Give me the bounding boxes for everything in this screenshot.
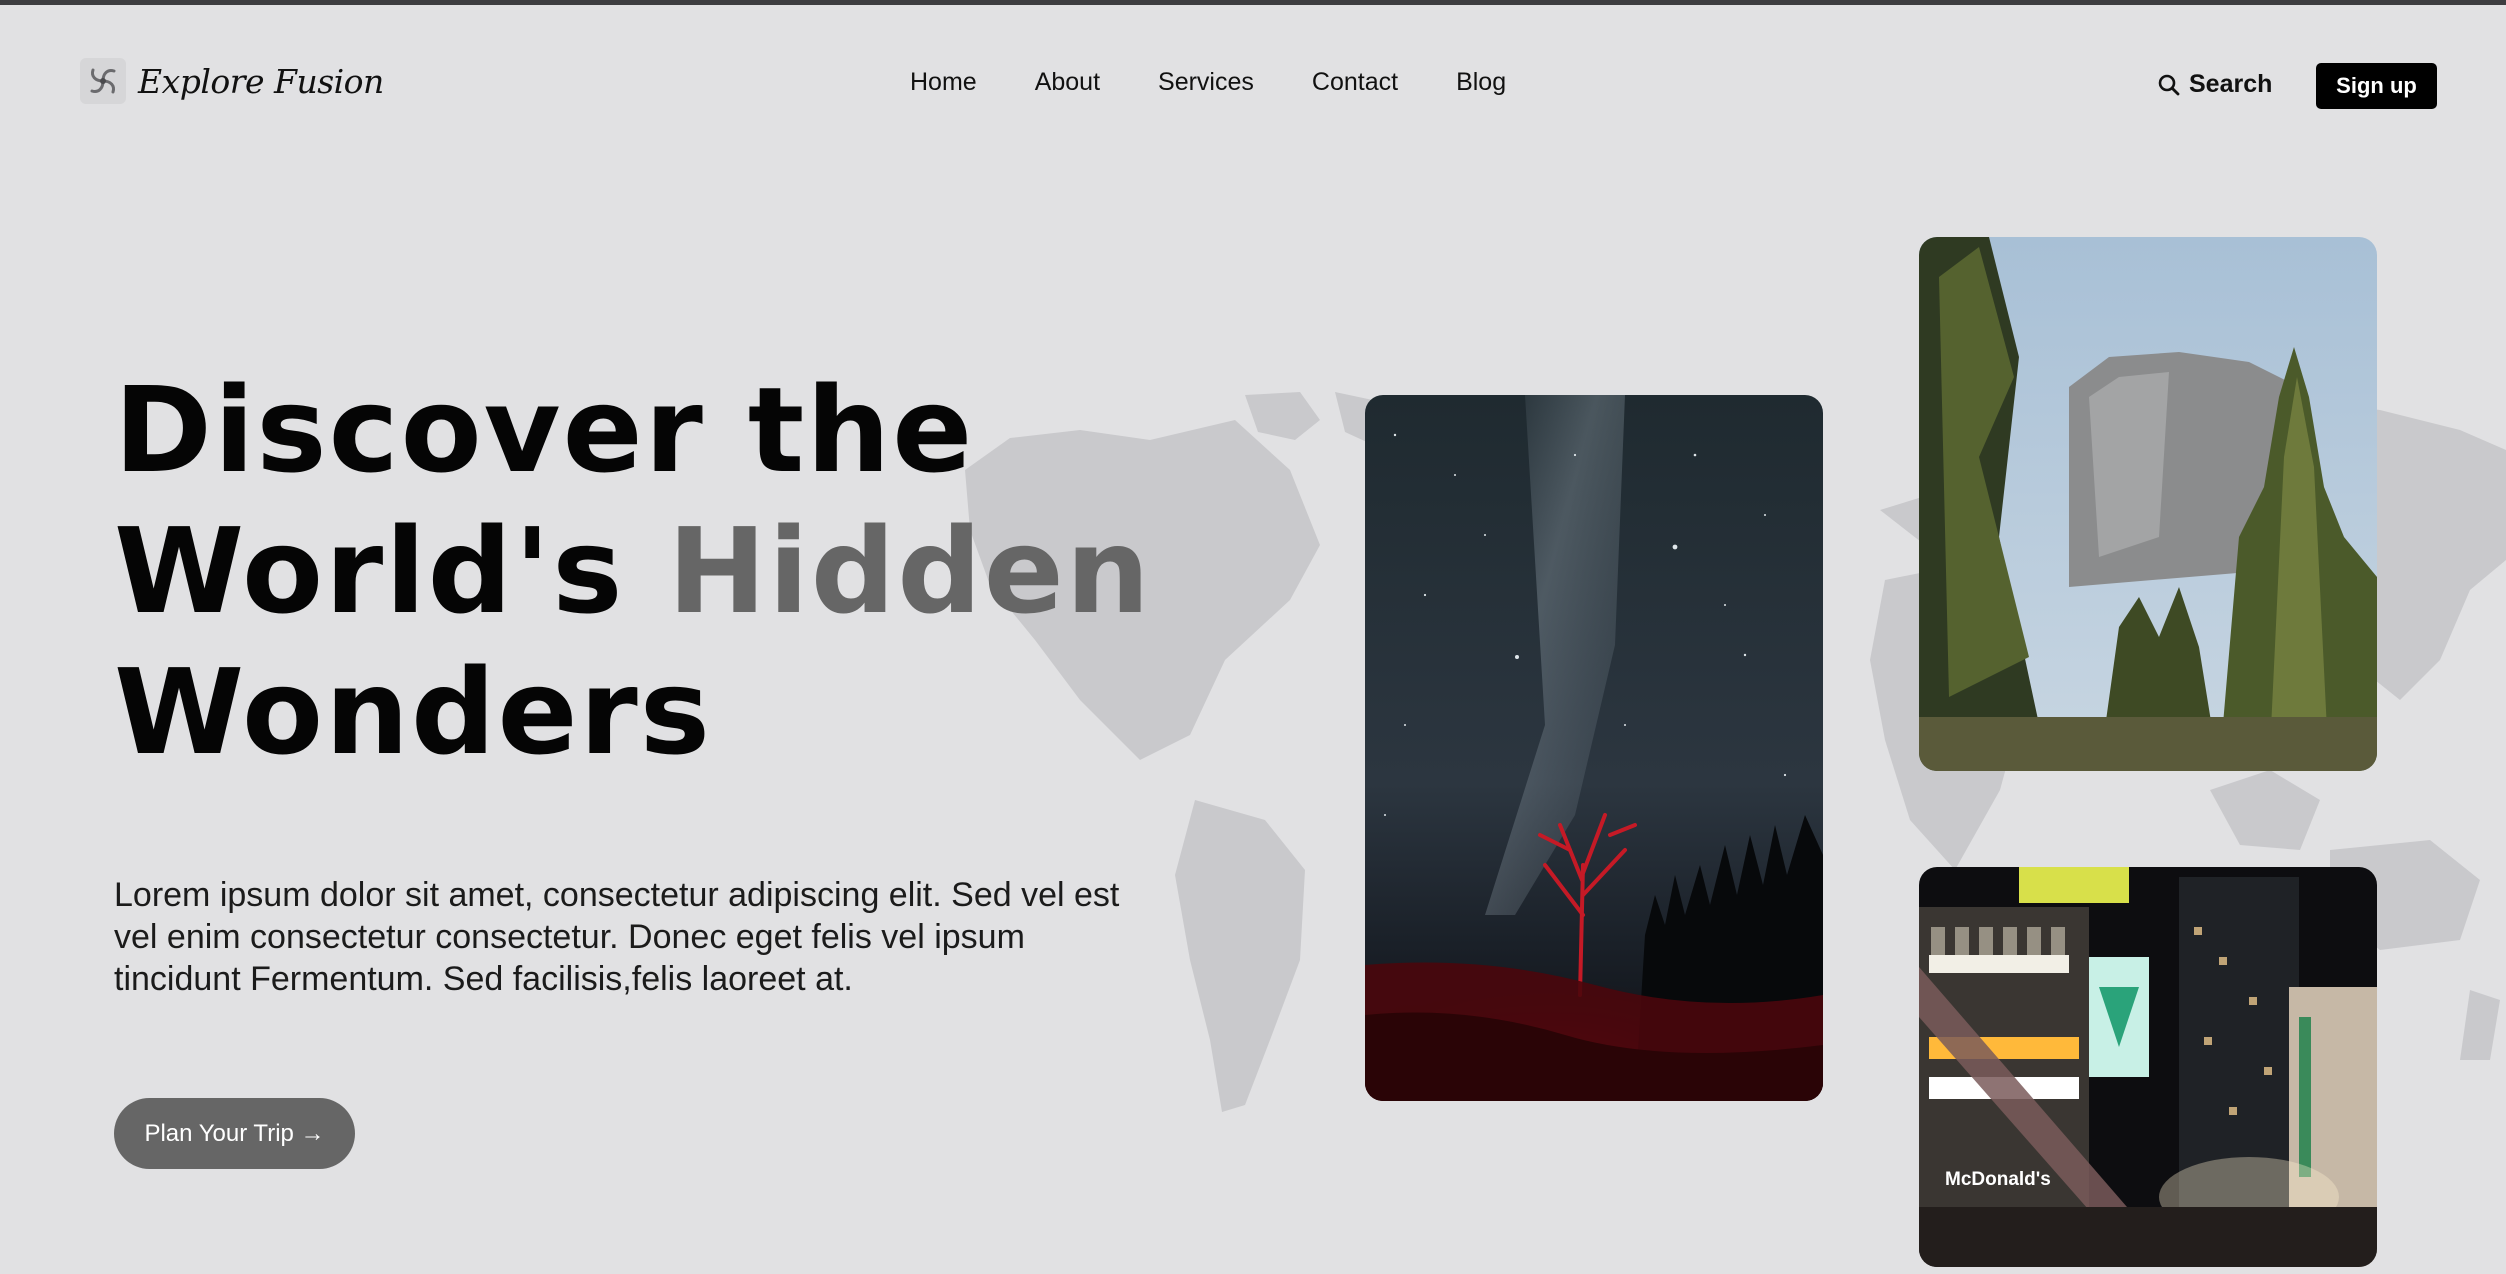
photo-city-night: McDonald's — [1919, 867, 2377, 1267]
city-sign-text: McDonald's — [1945, 1169, 2051, 1190]
plan-trip-button[interactable]: Plan Your Trip → — [114, 1098, 355, 1169]
hero-title-line2: World's — [114, 502, 668, 640]
nav-link-blog[interactable]: Blog — [1456, 68, 1506, 97]
hero-title-line3: Wonders — [114, 643, 712, 781]
search-icon — [2158, 74, 2180, 95]
search-label: Search — [2189, 70, 2273, 98]
brand-logo[interactable]: Explore Fusion — [80, 58, 384, 104]
main-nav: Home About Services Contact Blog — [910, 68, 1506, 97]
nav-link-home[interactable]: Home — [910, 68, 977, 97]
plan-trip-label: Plan Your Trip — [144, 1119, 294, 1147]
hero-title: Discover the World's Hidden Wonders — [114, 360, 1152, 783]
signup-button[interactable]: Sign up — [2316, 63, 2437, 109]
search-button[interactable]: Search — [2158, 70, 2272, 99]
arrow-right-icon: → — [293, 1119, 325, 1147]
nav-link-contact[interactable]: Contact — [1312, 68, 1398, 97]
nav-link-about[interactable]: About — [1035, 68, 1100, 97]
fan-swirl-icon — [80, 58, 126, 104]
nav-link-services[interactable]: Services — [1158, 68, 1254, 97]
photo-night-sky — [1365, 395, 1823, 1101]
hero-title-line1: Discover the — [114, 361, 975, 499]
hero-title-highlight: Hidden — [667, 502, 1152, 640]
brand-name: Explore Fusion — [138, 61, 384, 101]
photo-forest-cliff — [1919, 237, 2377, 771]
hero-description: Lorem ipsum dolor sit amet, consectetur … — [114, 876, 1120, 998]
window-top-border — [0, 0, 2506, 5]
